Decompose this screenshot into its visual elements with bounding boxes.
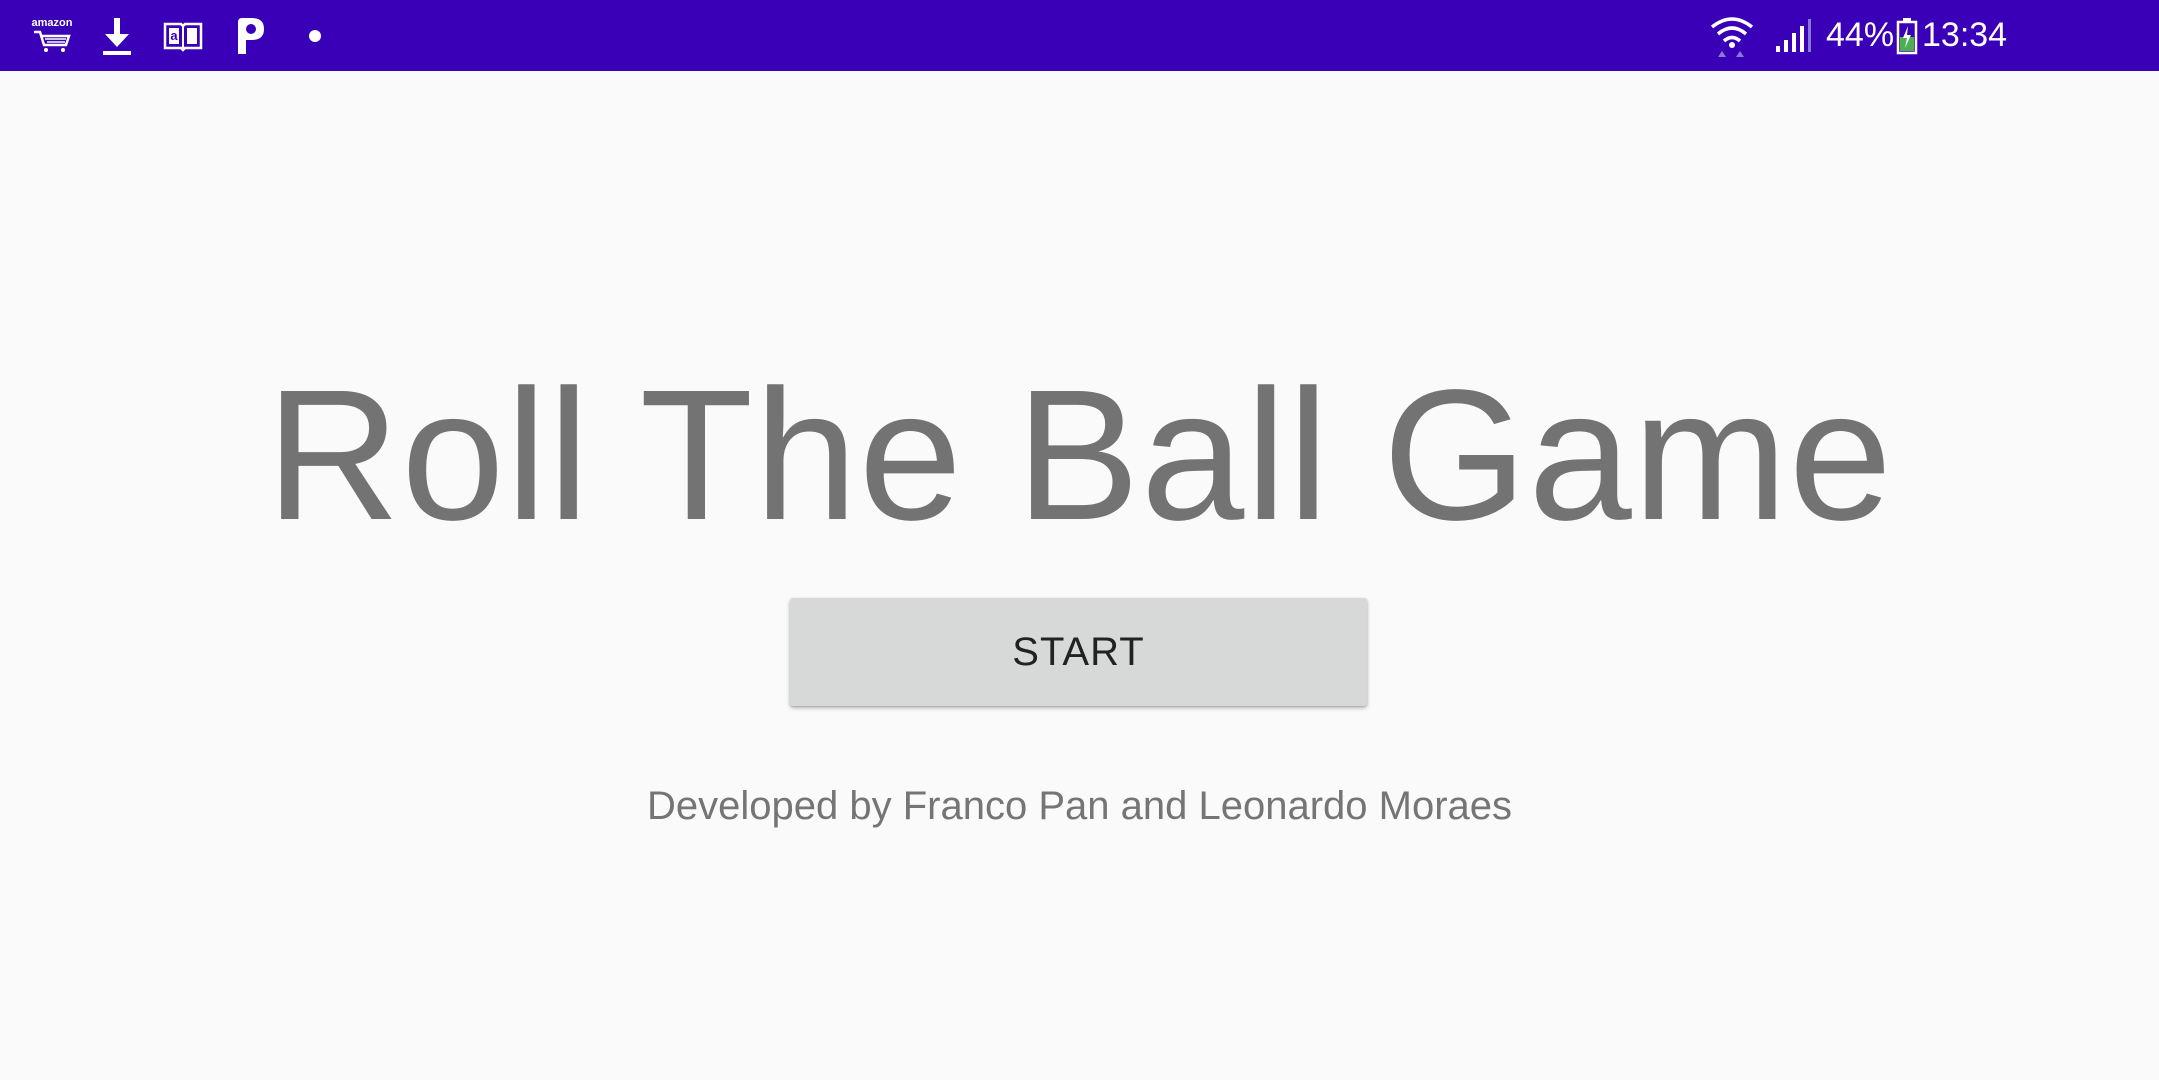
amazon-label: amazon [31,17,73,29]
download-icon [99,0,135,71]
game-title: Roll The Ball Game [265,352,1894,559]
clock-time: 13:34 [1922,16,2008,54]
amazon-kindle-icon: a [163,0,203,71]
amazon-shopping-icon: amazon [30,0,74,71]
battery-charging-icon [1896,0,1918,71]
main-screen: Roll The Ball Game START Developed by Fr… [0,71,2159,1080]
developer-credits: Developed by Franco Pan and Leonardo Mor… [647,784,1512,828]
cell-signal-icon [1774,0,1814,71]
status-bar: amazon a 44% 13:34 [0,0,2159,71]
start-button[interactable]: START [790,598,1367,706]
battery-percent: 44% [1826,16,1895,54]
parking-app-icon [232,0,268,71]
kindle-letter: a [170,28,178,43]
dot-icon [308,0,322,71]
wifi-icon [1710,0,1754,71]
